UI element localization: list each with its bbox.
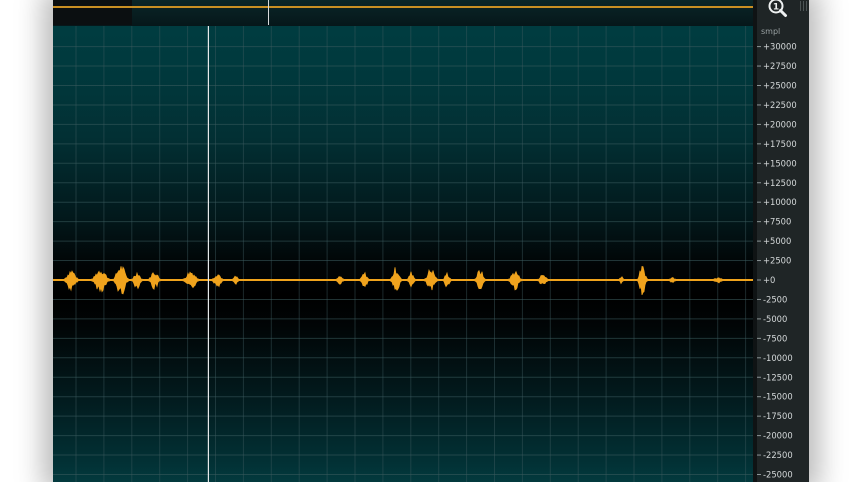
overview-waveform [53, 6, 753, 8]
waveform-overview-strip[interactable] [53, 0, 757, 26]
waveform-trace [53, 266, 753, 296]
ruler-tick-label: -25000 [763, 470, 793, 480]
ruler-tick-label: +10000 [763, 197, 797, 207]
ruler-tick-label: +17500 [763, 139, 797, 149]
ruler-tick-label: +7500 [763, 217, 791, 227]
ruler-tick-label: -20000 [763, 431, 793, 441]
ruler-tick-label: +5000 [763, 236, 791, 246]
ruler-tick-label: -22500 [763, 450, 793, 460]
ruler-tick-label: +0 [763, 275, 775, 285]
waveform-display[interactable] [53, 26, 757, 482]
ruler-tick-label: +30000 [763, 42, 797, 52]
ruler-scale: +30000 +27500 +25000 +22500 +20000 +17500 +150… [757, 42, 797, 480]
overview-visible-region[interactable] [53, 0, 132, 25]
ruler-tick-label: +12500 [763, 178, 797, 188]
amplitude-ruler: 1 smpl +30000 +27500 +25000 +22500 +20000 +17… [757, 0, 809, 482]
ruler-tick-label: -17500 [763, 411, 793, 421]
ruler-tick-label: -2500 [763, 294, 787, 304]
ruler-tick-label: +25000 [763, 81, 797, 91]
ruler-tick-label: +20000 [763, 119, 797, 129]
waveform-grid [53, 26, 753, 482]
waveform-canvas[interactable] [53, 26, 753, 482]
ruler-tick-label: +22500 [763, 100, 797, 110]
ruler-tick-label: -12500 [763, 372, 793, 382]
overview-playhead[interactable] [268, 0, 270, 25]
ruler-tick-label: +15000 [763, 158, 797, 168]
ruler-tick-label: -15000 [763, 392, 793, 402]
ruler-tick-label: -7500 [763, 333, 787, 343]
ruler-tick-label: -5000 [763, 314, 787, 324]
ruler-tick-label: +2500 [763, 256, 791, 266]
ruler-tick-label: -10000 [763, 353, 793, 363]
audio-editor-window: 1 smpl +30000 +27500 +25000 +22500 +20000 +17… [53, 0, 809, 482]
ruler-tick-label: +27500 [763, 61, 797, 71]
